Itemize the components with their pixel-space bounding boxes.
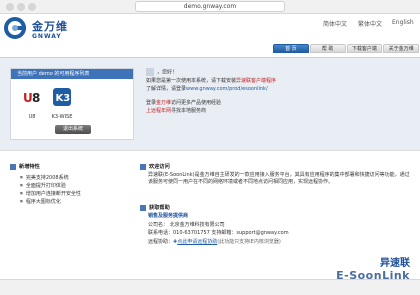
- lang-english-link[interactable]: English: [392, 19, 414, 26]
- lang-traditional-link[interactable]: 繁体中文: [358, 19, 382, 28]
- product-page-link[interactable]: www.gnway.com/prod/esoonlink/: [186, 86, 268, 92]
- welcome-message: ，您好！ 如果您是第一次使用本系统，请下载安装异速联客户端程序 了解详情，请登录…: [146, 68, 376, 115]
- list-item: 增加用户连接断开安全性: [20, 190, 81, 198]
- welcome-line3b: 访问更多产品使用经验: [171, 99, 222, 106]
- list-item: 程序大图标优化: [20, 198, 81, 206]
- nav-download-client[interactable]: 下载客户端: [346, 44, 383, 53]
- remote-assist-row: 远程协助：✚点此申请远程协助(此功能只支持IE内核浏览器): [148, 239, 281, 246]
- nav-help[interactable]: 帮 助: [309, 44, 346, 53]
- greeting-text: ，您好！: [157, 69, 178, 76]
- page-footer: [0, 279, 420, 295]
- welcome-line4b: 寻找本地服务商: [171, 107, 207, 114]
- download-client-link[interactable]: 异速联客户端程序: [236, 78, 276, 84]
- list-item: 全面提升打印体验: [20, 182, 81, 190]
- app-list-title: 当前用户 demo 的可用程序列表: [11, 69, 133, 79]
- nav-about[interactable]: 关于金万维: [383, 44, 419, 53]
- welcome-line3: 登录: [146, 99, 157, 106]
- browser-toolbar: demo.gnway.com: [0, 0, 420, 14]
- support-contact: 联系电话：010-63701757 支持邮箱：support@gnway.com: [148, 230, 289, 236]
- app-k3-wise[interactable]: K3 K3-WISE: [49, 87, 75, 120]
- app-label: K3-WISE: [51, 114, 73, 120]
- welcome-line1: 如果您是第一次使用本系统，请下载安装: [146, 77, 237, 84]
- lang-simplified-link[interactable]: 简体中文: [323, 19, 347, 28]
- section-square-icon: [140, 204, 146, 211]
- logout-button[interactable]: 退出系统: [55, 125, 91, 134]
- app-list-panel: 当前用户 demo 的可用程序列表 U 8 U8 K3 K3-WISE 退出系统: [10, 68, 134, 140]
- nav-home[interactable]: 首 页: [273, 44, 309, 53]
- window-zoom-icon[interactable]: [28, 3, 36, 11]
- logo-english-text: GNWAY: [32, 33, 62, 40]
- u8-icon: U 8: [23, 91, 40, 105]
- remote-assist-link[interactable]: 点此申请远程协助: [177, 239, 217, 245]
- list-item: 完美支持2008系统: [20, 174, 81, 182]
- app-label: U8: [28, 114, 36, 120]
- remote-assist-label: 远程协助：: [148, 239, 174, 245]
- site-header: 金万维 GNWAY 简体中文 繁体中文 English 首 页 帮 助 下载客户…: [0, 14, 420, 58]
- section-square-icon: [10, 163, 16, 170]
- user-icon: [146, 68, 154, 76]
- welcome-access-title: 欢迎访问: [140, 163, 170, 170]
- svg-text:8: 8: [32, 91, 40, 105]
- app-u8[interactable]: U 8 U8: [19, 87, 45, 120]
- brand-chinese: 异速联: [380, 258, 410, 269]
- support-subtitle: 销售及服务提供商: [148, 213, 189, 219]
- window-close-icon[interactable]: [6, 3, 14, 11]
- welcome-line2: 了解详情，请登录: [146, 85, 187, 92]
- logo-chinese-text: 金万维: [32, 20, 68, 33]
- support-company: 公司名： 北京金万维科技有限公司: [148, 222, 225, 228]
- address-bar[interactable]: demo.gnway.com: [135, 1, 285, 12]
- section-divider: [0, 150, 420, 151]
- features-title: 新增特性: [10, 163, 40, 170]
- svg-text:K3: K3: [56, 93, 71, 104]
- gnway-logo-icon: [4, 17, 26, 39]
- section-square-icon: [140, 163, 146, 170]
- remote-link[interactable]: 上远程年网: [146, 108, 171, 114]
- brand-block: 异速联 E-SoonLink: [336, 254, 410, 282]
- gnway-link[interactable]: 金万维: [156, 100, 171, 106]
- remote-assist-note: (此功能只支持IE内核浏览器): [217, 239, 281, 245]
- welcome-access-text: 异速联(E-SoonLink)是金万维自主研发的一款应用接入服务平台，其具有应用…: [148, 172, 410, 185]
- k3-icon: K3: [53, 88, 71, 106]
- main-nav: 首 页 帮 助 下载客户端 关于金万维: [273, 44, 420, 54]
- window-minimize-icon[interactable]: [17, 3, 25, 11]
- features-list: 完美支持2008系统 全面提升打印体验 增加用户连接断开安全性 程序大图标优化: [20, 174, 81, 206]
- support-title: 获取帮助: [140, 204, 170, 211]
